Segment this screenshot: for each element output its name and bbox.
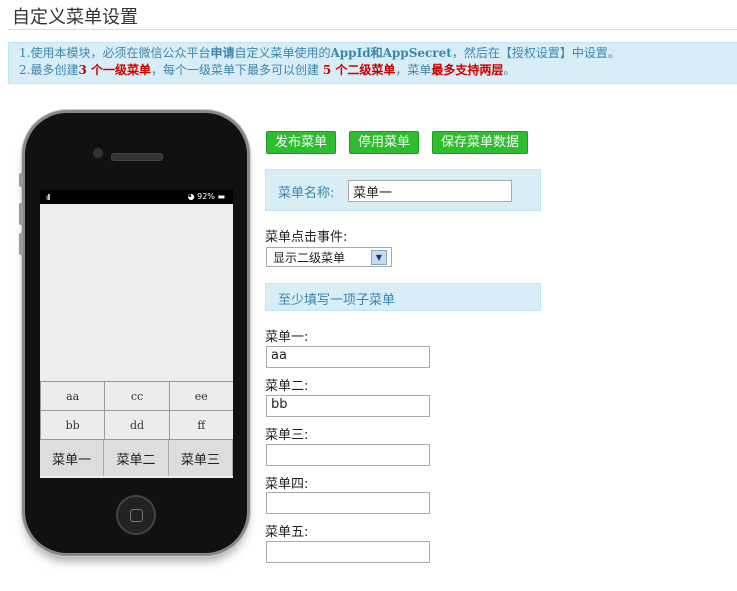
submenu-4-input[interactable]	[266, 492, 430, 514]
mute-switch	[19, 173, 23, 187]
signal-icon: ıll	[46, 193, 51, 202]
battery-icon: ◕ 92% ▬	[187, 192, 225, 201]
info-notice: 1.使用本模块，必须在微信公众平台申请自定义菜单使用的AppId和AppSecr…	[8, 42, 737, 84]
submenu-item[interactable]: ff	[168, 410, 233, 439]
notice-emphasis: AppId	[330, 46, 371, 60]
notice-text: 自定义菜单使用的	[234, 46, 331, 60]
submenu-item[interactable]: aa	[40, 381, 105, 410]
notice-emphasis: 和	[370, 46, 383, 60]
submenu-5-input[interactable]	[266, 541, 430, 563]
publish-menu-button[interactable]: 发布菜单	[266, 131, 337, 154]
notice-text: ，每个一级菜单下最多可以创建	[150, 63, 323, 77]
notice-text: ，然后在【授权设置】中设置。	[451, 46, 620, 60]
notice-emphasis: 申请	[210, 46, 235, 60]
status-bar: ıll ◕ 92% ▬	[40, 190, 233, 204]
main-menu-item-3[interactable]: 菜单三	[168, 440, 233, 476]
submenu-3-label: 菜单三:	[265, 428, 309, 443]
notice-line-1: 1.使用本模块，必须在微信公众平台申请自定义菜单使用的AppId和AppSecr…	[19, 45, 732, 62]
notice-text: ，菜单	[395, 63, 432, 77]
main-menu-item-2[interactable]: 菜单二	[104, 440, 169, 476]
submenu-5-label: 菜单五:	[265, 525, 309, 540]
menu-name-input[interactable]: 菜单一	[348, 180, 512, 202]
notice-highlight: 最多支持两层	[431, 63, 504, 77]
phone-screen: ıll ◕ 92% ▬ aa cc ee bb dd ff 菜单一 菜单二 菜单…	[40, 190, 233, 478]
save-menu-data-button[interactable]: 保存菜单数据	[432, 131, 529, 154]
submenu-1-input[interactable]: aa	[266, 346, 430, 368]
stop-menu-button[interactable]: 停用菜单	[349, 131, 420, 154]
notice-line-2: 2.最多创建3 个一级菜单，每个一级菜单下最多可以创建 5 个二级菜单，菜单最多…	[19, 62, 732, 79]
phone-preview: ıll ◕ 92% ▬ aa cc ee bb dd ff 菜单一 菜单二 菜单…	[19, 113, 247, 553]
submenu-item[interactable]: dd	[104, 410, 169, 439]
volume-down	[19, 233, 23, 255]
phone-menu: aa cc ee bb dd ff 菜单一 菜单二 菜单三	[40, 381, 233, 476]
submenu-item[interactable]: ee	[168, 381, 233, 410]
submenu-hint: 至少填写一项子菜单	[265, 283, 541, 311]
home-square-icon	[130, 509, 143, 522]
submenu-2-label: 菜单二:	[265, 379, 309, 394]
submenu-1-label: 菜单一:	[265, 330, 309, 345]
submenu-item[interactable]: cc	[104, 381, 169, 410]
notice-text: 1.使用本模块，必须在微信公众平台	[19, 46, 211, 60]
notice-emphasis: AppSecret	[382, 46, 452, 60]
volume-up	[19, 203, 23, 225]
title-divider	[8, 29, 737, 30]
click-event-select[interactable]: 显示二级菜单 ▼	[266, 247, 392, 267]
submenu-item[interactable]: bb	[40, 410, 105, 439]
submenu-2-input[interactable]: bb	[266, 395, 430, 417]
page-title: 自定义菜单设置	[12, 7, 138, 28]
notice-highlight: 5 个二级菜单	[322, 63, 396, 77]
chevron-down-icon[interactable]: ▼	[371, 250, 387, 265]
notice-text: 。	[503, 63, 516, 77]
click-event-label: 菜单点击事件:	[265, 230, 348, 245]
main-menu-item-1[interactable]: 菜单一	[40, 440, 105, 476]
main-menu-bar: 菜单一 菜单二 菜单三	[40, 439, 233, 476]
submenu-3-input[interactable]	[266, 444, 430, 466]
menu-name-panel: 菜单名称: 菜单一	[265, 169, 541, 211]
submenu-4-label: 菜单四:	[265, 477, 309, 492]
submenu-row: aa cc ee	[40, 381, 233, 410]
notice-text: 2.最多创建	[19, 63, 79, 77]
home-button	[116, 495, 156, 535]
submenu-row: bb dd ff	[40, 410, 233, 439]
camera-icon	[93, 148, 103, 158]
earpiece	[111, 153, 163, 161]
click-event-value: 显示二级菜单	[273, 251, 346, 265]
menu-name-label: 菜单名称:	[278, 186, 335, 201]
notice-highlight: 3 个一级菜单	[78, 63, 151, 77]
